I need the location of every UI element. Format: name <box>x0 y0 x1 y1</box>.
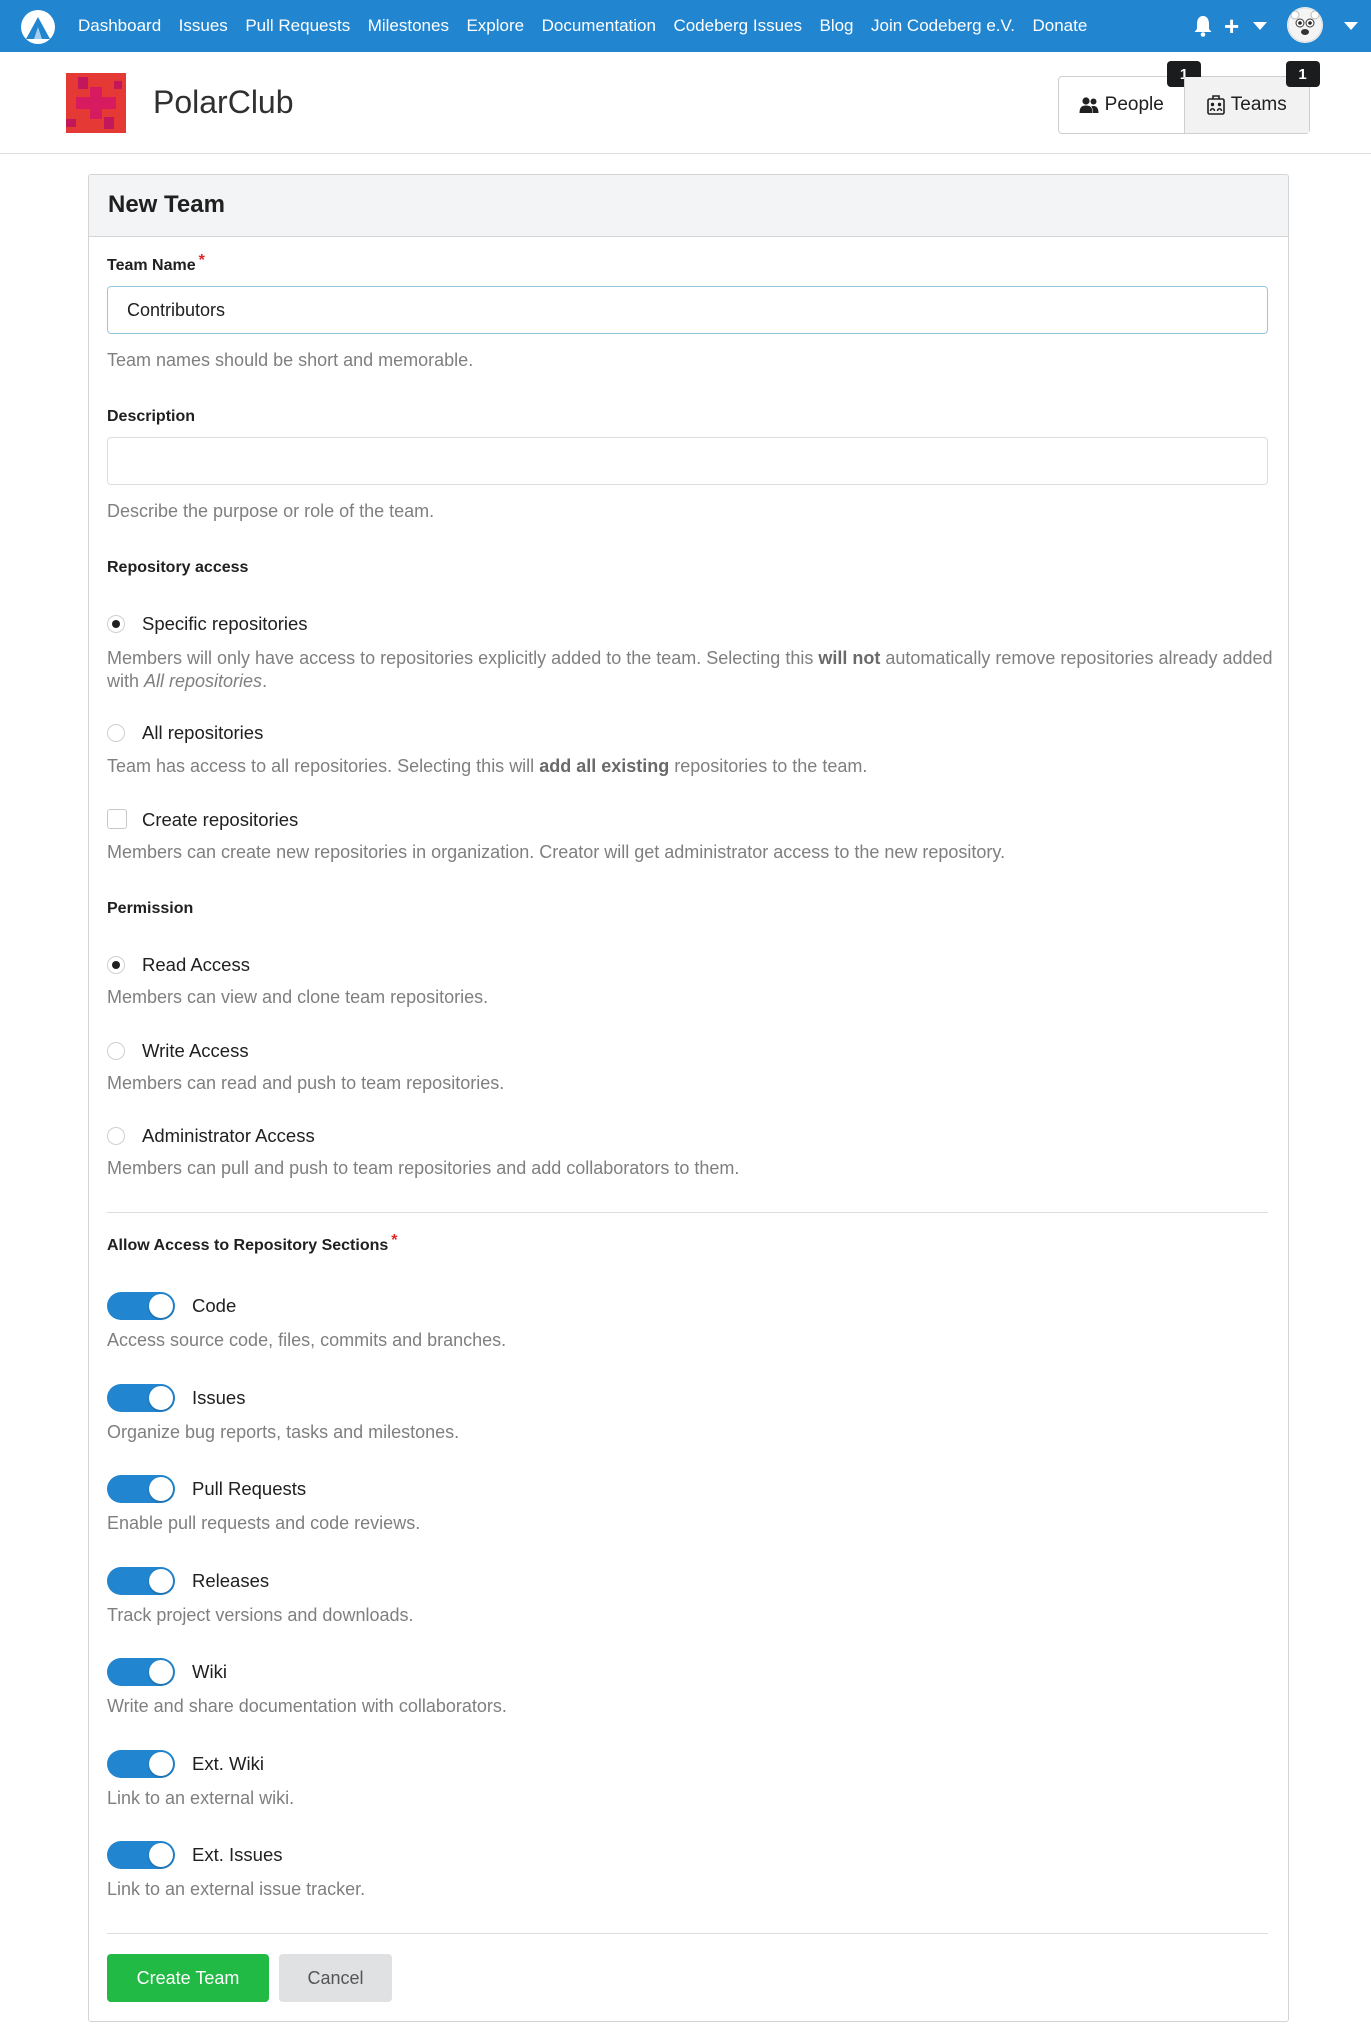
issues-help: Organize bug reports, tasks and mileston… <box>107 1422 460 1442</box>
org-avatar[interactable] <box>66 73 126 133</box>
people-icon <box>1079 97 1099 113</box>
administrator-access-help: Members can pull and push to team reposi… <box>107 1158 740 1178</box>
tab-teams[interactable]: 1 Teams <box>1183 61 1320 133</box>
pull-requests-toggle-label[interactable]: Pull Requests <box>192 1478 306 1500</box>
team-name-input[interactable] <box>107 286 1268 334</box>
pull-requests-toggle[interactable] <box>107 1475 175 1503</box>
write-access-label[interactable]: Write Access <box>142 1040 249 1062</box>
write-access-help: Members can read and push to team reposi… <box>107 1073 505 1093</box>
new-team-form: New Team Team Name* Team names should be… <box>88 174 1289 2022</box>
team-name-label: Team Name * <box>107 252 205 274</box>
ext-wiki-toggle[interactable] <box>107 1750 175 1778</box>
section-divider <box>107 1212 1268 1213</box>
description-help: Describe the purpose or role of the team… <box>107 501 435 521</box>
administrator-access-label[interactable]: Administrator Access <box>142 1125 315 1147</box>
cancel-button[interactable]: Cancel <box>279 1954 392 2002</box>
page-title: New Team <box>108 191 225 218</box>
specific-repositories-radio[interactable] <box>107 615 125 633</box>
nav-pull-requests[interactable]: Pull Requests <box>245 16 350 36</box>
administrator-access-radio[interactable] <box>107 1127 125 1145</box>
ext-wiki-help: Link to an external wiki. <box>107 1788 295 1808</box>
code-toggle-label[interactable]: Code <box>192 1295 236 1317</box>
read-access-label[interactable]: Read Access <box>142 954 250 976</box>
top-navbar: Dashboard Issues Pull Requests Milestone… <box>0 0 1371 52</box>
nav-milestones[interactable]: Milestones <box>368 16 449 36</box>
wiki-toggle[interactable] <box>107 1658 175 1686</box>
plus-icon[interactable]: + <box>1224 13 1239 39</box>
ext-issues-help: Link to an external issue tracker. <box>107 1879 366 1899</box>
repository-sections-label: Allow Access to Repository Sections * <box>107 1232 398 1254</box>
read-access-radio[interactable] <box>107 956 125 974</box>
teams-icon <box>1206 95 1225 115</box>
avatar[interactable] <box>1287 7 1323 43</box>
nav-dashboard[interactable]: Dashboard <box>78 16 161 36</box>
bell-icon[interactable] <box>1193 15 1213 37</box>
teams-count-badge: 1 <box>1285 61 1320 87</box>
create-repositories-help: Members can create new repositories in o… <box>107 842 1006 862</box>
all-repositories-radio[interactable] <box>107 724 125 742</box>
nav-donate[interactable]: Donate <box>1033 16 1088 36</box>
org-tabs: 1 People 1 Teams <box>1058 61 1320 134</box>
org-header: PolarClub 1 People 1 Teams <box>0 52 1371 154</box>
releases-toggle[interactable] <box>107 1567 175 1595</box>
repository-access-label: Repository access <box>107 559 249 576</box>
read-access-help: Members can view and clone team reposito… <box>107 987 489 1007</box>
buttons-divider <box>107 1933 1268 1934</box>
releases-toggle-label[interactable]: Releases <box>192 1570 269 1592</box>
nav-explore[interactable]: Explore <box>466 16 524 36</box>
ext-issues-toggle[interactable] <box>107 1841 175 1869</box>
required-asterisk: * <box>391 1232 398 1249</box>
nav-blog[interactable]: Blog <box>819 16 853 36</box>
chevron-down-icon[interactable] <box>1344 22 1358 30</box>
nav-issues[interactable]: Issues <box>179 16 228 36</box>
nav-join-codeberg[interactable]: Join Codeberg e.V. <box>871 16 1015 36</box>
permission-label: Permission <box>107 900 194 917</box>
all-repositories-label[interactable]: All repositories <box>142 722 263 744</box>
tab-teams-label: Teams <box>1230 94 1287 115</box>
form-header: New Team <box>89 175 1288 237</box>
pull-requests-help: Enable pull requests and code reviews. <box>107 1513 421 1533</box>
issues-toggle-label[interactable]: Issues <box>192 1387 245 1409</box>
wiki-help: Write and share documentation with colla… <box>107 1696 507 1716</box>
description-input[interactable] <box>107 437 1268 485</box>
nav-documentation[interactable]: Documentation <box>542 16 656 36</box>
tab-people[interactable]: 1 People <box>1059 61 1201 133</box>
org-name[interactable]: PolarClub <box>153 84 294 121</box>
codeberg-logo[interactable] <box>20 9 56 45</box>
write-access-radio[interactable] <box>107 1042 125 1060</box>
nav-codeberg-issues[interactable]: Codeberg Issues <box>673 16 802 36</box>
ext-issues-toggle-label[interactable]: Ext. Issues <box>192 1844 282 1866</box>
code-toggle[interactable] <box>107 1292 175 1320</box>
code-help: Access source code, files, commits and b… <box>107 1330 507 1350</box>
description-label: Description <box>107 408 196 425</box>
tab-people-label: People <box>1104 94 1164 115</box>
team-name-help: Team names should be short and memorable… <box>107 350 474 370</box>
create-repositories-checkbox[interactable] <box>107 809 127 829</box>
wiki-toggle-label[interactable]: Wiki <box>192 1661 227 1683</box>
specific-repositories-help: Members will only have access to reposit… <box>107 648 1273 691</box>
releases-help: Track project versions and downloads. <box>107 1605 414 1625</box>
required-asterisk: * <box>198 252 205 269</box>
specific-repositories-label[interactable]: Specific repositories <box>142 613 308 635</box>
issues-toggle[interactable] <box>107 1384 175 1412</box>
chevron-down-icon[interactable] <box>1253 22 1267 30</box>
create-team-button[interactable]: Create Team <box>107 1954 269 2002</box>
all-repositories-help: Team has access to all repositories. Sel… <box>107 756 868 776</box>
create-repositories-label[interactable]: Create repositories <box>142 809 298 831</box>
ext-wiki-toggle-label[interactable]: Ext. Wiki <box>192 1753 264 1775</box>
